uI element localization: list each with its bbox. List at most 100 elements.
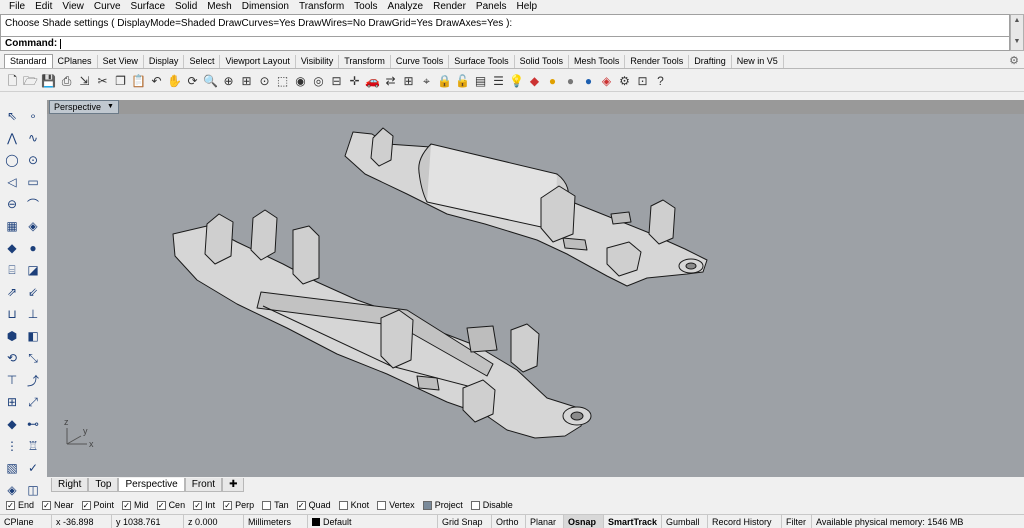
rotate-icon[interactable]: ⟲ bbox=[3, 349, 21, 367]
status-cplane[interactable]: CPlane bbox=[0, 514, 52, 528]
perspective-viewport[interactable]: z y x bbox=[47, 114, 1024, 477]
osnap-perp-checkbox[interactable]: ✓ bbox=[223, 500, 233, 510]
tab-surface-tools[interactable]: Surface Tools bbox=[449, 55, 515, 68]
chassis-part-left-clip-2[interactable] bbox=[416, 375, 440, 391]
tab-new-in-v5[interactable]: New in V5 bbox=[732, 55, 784, 68]
menu-help[interactable]: Help bbox=[512, 0, 543, 14]
rotate-view-icon[interactable]: ⟳ bbox=[184, 72, 201, 90]
osnap-cen-checkbox[interactable]: ✓ bbox=[156, 500, 166, 510]
tab-set-view[interactable]: Set View bbox=[98, 55, 144, 68]
dimension-linear-icon[interactable]: ⊷ bbox=[24, 415, 42, 433]
point-icon[interactable]: ∘ bbox=[24, 107, 42, 125]
status-ortho[interactable]: Ortho bbox=[492, 514, 526, 528]
chassis-part-left-ring-hole[interactable] bbox=[570, 411, 584, 421]
viewport-title-tab[interactable]: Perspective ▼ bbox=[49, 100, 119, 114]
osnap-project[interactable]: Project bbox=[422, 500, 463, 510]
check-icon[interactable]: ✓ bbox=[24, 459, 42, 477]
chassis-part-left-bracket-front[interactable] bbox=[292, 225, 320, 285]
osnap-vertex-checkbox[interactable] bbox=[377, 500, 387, 510]
polyline-icon[interactable]: ⋀ bbox=[3, 129, 21, 147]
menu-dimension[interactable]: Dimension bbox=[237, 0, 294, 14]
toolbar-options-gear-icon[interactable]: ⚙ bbox=[1008, 55, 1020, 67]
status-osnap[interactable]: Osnap bbox=[564, 514, 604, 528]
render-icon[interactable]: ◆ bbox=[526, 72, 543, 90]
osnap-mid[interactable]: ✓ Mid bbox=[122, 500, 149, 510]
osnap-near-checkbox[interactable]: ✓ bbox=[42, 500, 52, 510]
cplane-icon[interactable]: ⊟ bbox=[328, 72, 345, 90]
tab-visibility[interactable]: Visibility bbox=[296, 55, 340, 68]
pan-icon[interactable]: ✋ bbox=[166, 72, 183, 90]
chassis-part-right-ring-hole[interactable] bbox=[685, 262, 697, 270]
menu-transform[interactable]: Transform bbox=[294, 0, 349, 14]
tab-render-tools[interactable]: Render Tools bbox=[625, 55, 690, 68]
chassis-part-left-clip[interactable] bbox=[466, 325, 498, 353]
viewport-tab-perspective[interactable]: Perspective bbox=[118, 478, 185, 492]
tab-mesh-tools[interactable]: Mesh Tools bbox=[569, 55, 626, 68]
select-all-icon[interactable]: ⬚ bbox=[274, 72, 291, 90]
scroll-up-icon[interactable]: ▲ bbox=[1011, 15, 1023, 27]
surface-icon[interactable]: ▦ bbox=[3, 217, 21, 235]
osnap-tan[interactable]: Tan bbox=[262, 500, 289, 510]
trim-icon[interactable]: ⊤ bbox=[3, 371, 21, 389]
osnap-end-checkbox[interactable]: ✓ bbox=[6, 500, 15, 510]
menu-file[interactable]: File bbox=[4, 0, 30, 14]
chassis-part-left-upright[interactable] bbox=[510, 323, 540, 373]
menu-render[interactable]: Render bbox=[428, 0, 471, 14]
chassis-part-left-bracket-mid[interactable] bbox=[380, 309, 414, 369]
zoom-icon[interactable]: 🔍 bbox=[202, 72, 219, 90]
import-icon[interactable]: ⇲ bbox=[76, 72, 93, 90]
viewport-tab-right[interactable]: Right bbox=[51, 478, 89, 492]
tab-standard[interactable]: Standard bbox=[4, 54, 53, 68]
help-icon[interactable]: ? bbox=[652, 72, 669, 90]
fillet-icon[interactable]: ⊥ bbox=[24, 305, 42, 323]
properties-icon[interactable]: ☰ bbox=[490, 72, 507, 90]
status-planar[interactable]: Planar bbox=[526, 514, 564, 528]
tab-select[interactable]: Select bbox=[184, 55, 221, 68]
mesh-icon[interactable]: ◪ bbox=[24, 261, 42, 279]
chassis-part-right-bracket-mid[interactable] bbox=[540, 185, 576, 243]
command-scrollbar[interactable]: ▲ ▼ bbox=[1010, 14, 1024, 51]
status-filter[interactable]: Filter bbox=[782, 514, 812, 528]
circle-center-icon[interactable]: ⊙ bbox=[24, 151, 42, 169]
tab-transform[interactable]: Transform bbox=[339, 55, 391, 68]
ellipse-icon[interactable]: ⊖ bbox=[3, 195, 21, 213]
light-icon[interactable]: 💡 bbox=[508, 72, 525, 90]
copy-icon[interactable]: ❐ bbox=[112, 72, 129, 90]
osnap-disable-checkbox[interactable] bbox=[470, 500, 480, 510]
status-smarttrack[interactable]: SmartTrack bbox=[604, 514, 662, 528]
menu-analyze[interactable]: Analyze bbox=[383, 0, 429, 14]
osnap-int[interactable]: ✓ Int bbox=[193, 500, 215, 510]
layer-icon[interactable]: ▤ bbox=[472, 72, 489, 90]
viewport-canvas[interactable]: z y x bbox=[47, 114, 1024, 477]
array-icon[interactable]: ⊞ bbox=[3, 393, 21, 411]
osnap-perp[interactable]: ✓ Perp bbox=[223, 500, 254, 510]
move-icon[interactable]: ⤡ bbox=[24, 349, 42, 367]
viewport-menu-chevron-down-icon[interactable]: ▼ bbox=[107, 101, 114, 113]
tab-curve-tools[interactable]: Curve Tools bbox=[391, 55, 450, 68]
scale-icon[interactable]: ⤢ bbox=[24, 393, 42, 411]
print-icon[interactable]: ⎙ bbox=[58, 72, 75, 90]
lock-icon[interactable]: 🔒 bbox=[436, 72, 453, 90]
select-arrow-icon[interactable]: ⇖ bbox=[3, 107, 21, 125]
osnap-mid-checkbox[interactable]: ✓ bbox=[122, 500, 132, 510]
menu-curve[interactable]: Curve bbox=[89, 0, 126, 14]
osnap-point[interactable]: ✓ Point bbox=[81, 500, 114, 510]
undo-icon[interactable]: ↶ bbox=[148, 72, 165, 90]
status-layer[interactable]: Default bbox=[308, 514, 438, 528]
analysis-icon[interactable]: ◈ bbox=[3, 481, 21, 499]
osnap-near[interactable]: ✓ Near bbox=[42, 500, 74, 510]
osnap-disable[interactable]: Disable bbox=[470, 500, 513, 510]
grid-icon[interactable]: ⊞ bbox=[400, 72, 417, 90]
osnap-int-checkbox[interactable]: ✓ bbox=[193, 500, 203, 510]
car-model-icon[interactable]: 🚗 bbox=[364, 72, 381, 90]
circle-icon[interactable]: ◯ bbox=[3, 151, 21, 169]
rectangle-icon[interactable]: ▭ bbox=[24, 173, 42, 191]
split-icon[interactable]: ◧ bbox=[24, 327, 42, 345]
cylinder-icon[interactable]: ⌸ bbox=[3, 261, 21, 279]
osnap-project-checkbox[interactable] bbox=[422, 500, 432, 510]
zoom-extents-icon[interactable]: ⊞ bbox=[238, 72, 255, 90]
join-icon[interactable]: ⤴ bbox=[24, 371, 42, 389]
add-viewport-plus-icon[interactable]: ✚ bbox=[222, 478, 245, 492]
osnap-point-checkbox[interactable]: ✓ bbox=[81, 500, 91, 510]
grid-array-icon[interactable]: ⋮ bbox=[3, 437, 21, 455]
